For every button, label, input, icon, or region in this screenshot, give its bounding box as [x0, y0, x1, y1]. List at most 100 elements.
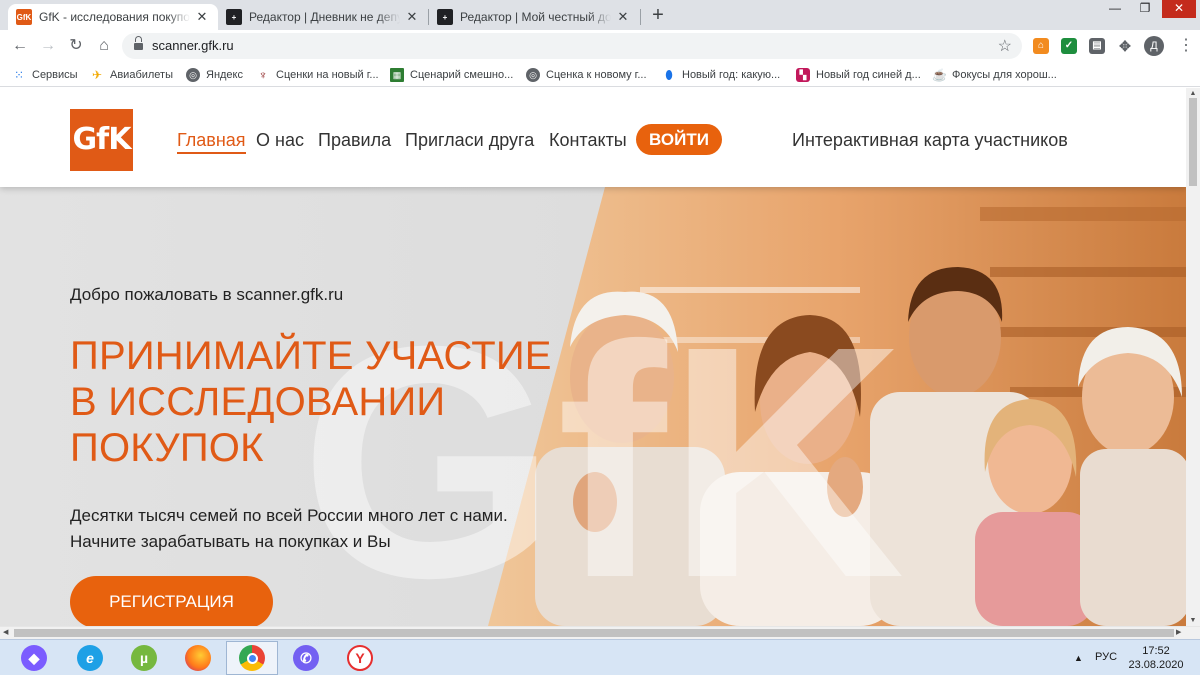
vertical-scrollbar[interactable]: ▲ ▼: [1186, 88, 1200, 626]
subtitle-line: Начните зарабатывать на покупках и Вы: [70, 532, 391, 551]
scroll-up-icon[interactable]: ▲: [1189, 90, 1197, 97]
register-button[interactable]: РЕГИСТРАЦИЯ: [70, 576, 273, 626]
bookmark-label: Новый год синей д...: [816, 68, 921, 81]
screen-capture-extension-icon[interactable]: ▤: [1089, 38, 1105, 54]
bookmark-label: Сценарий смешно...: [410, 68, 514, 81]
qr-icon: ▦: [390, 67, 404, 82]
checkered-icon: ▚: [796, 67, 810, 82]
bookmark-scene-2[interactable]: ◎ Сценка к новому г...: [526, 66, 647, 83]
close-icon[interactable]: ✕: [404, 9, 420, 25]
hero-subtitle: Десятки тысяч семей по всей России много…: [70, 503, 508, 555]
url-text[interactable]: scanner.gfk.ru: [152, 38, 234, 53]
headline-line: ПОКУПОК: [70, 426, 264, 470]
tab-title: Редактор | Дневник не депутата: [249, 10, 400, 24]
scroll-right-icon[interactable]: ▶: [1176, 627, 1181, 639]
shopping-bag-extension-icon[interactable]: ⌂: [1033, 38, 1049, 54]
bookmark-yandex[interactable]: ◎ Яндекс: [186, 66, 243, 83]
nav-home[interactable]: Главная: [177, 128, 246, 154]
welcome-text: Добро пожаловать в scanner.gfk.ru: [70, 285, 344, 304]
puzzle-extensions-icon[interactable]: ✥: [1117, 38, 1133, 54]
bookmark-star-icon[interactable]: ☆: [998, 36, 1012, 56]
shield-check-extension-icon[interactable]: ✓: [1061, 38, 1077, 54]
kebab-menu-icon[interactable]: ⋮: [1178, 36, 1194, 56]
tab-editor-diary[interactable]: + Редактор | Дневник не депутата ✕: [218, 4, 428, 30]
bookmark-new-year-2[interactable]: ▚ Новый год синей д...: [796, 66, 921, 83]
bookmark-label: Яндекс: [206, 68, 243, 81]
back-arrow-icon[interactable]: ←: [10, 36, 30, 56]
tray-expand-icon[interactable]: ▲: [1074, 653, 1083, 663]
taskbar-alice[interactable]: ◆: [8, 641, 60, 675]
wine-icon: ♆: [258, 67, 268, 82]
tab-strip: GfK GfK - исследования покупок домохозяй…: [0, 0, 1200, 30]
taskbar-utorrent[interactable]: µ: [118, 641, 170, 675]
address-bar[interactable]: scanner.gfk.ru ☆: [122, 33, 1022, 59]
system-clock[interactable]: 17:52 23.08.2020: [1124, 644, 1188, 672]
tab-gfk[interactable]: GfK GfK - исследования покупок домохозяй…: [8, 4, 218, 30]
gfk-logo[interactable]: GfK: [70, 109, 133, 171]
gfk-favicon-icon: GfK: [16, 9, 32, 25]
language-indicator[interactable]: РУС: [1095, 651, 1117, 663]
headline-line: ПРИНИМАЙТЕ УЧАСТИЕ: [70, 334, 552, 378]
taskbar-yandex-browser[interactable]: Y: [334, 641, 386, 675]
bookmarks-bar: ⁙ Сервисы ✈ Авиабилеты ◎ Яндекс ♆ Сценки…: [0, 62, 1200, 87]
bookmark-scenes-1[interactable]: ♆ Сценки на новый г...: [256, 66, 379, 83]
minimize-button[interactable]: —: [1100, 0, 1130, 18]
globe-icon: ◎: [186, 67, 200, 82]
screen: GfK GfK - исследования покупок домохозяй…: [0, 0, 1200, 675]
nav-invite[interactable]: Пригласи друга: [405, 128, 534, 152]
subtitle-line: Десятки тысяч семей по всей России много…: [70, 506, 508, 525]
bookmark-new-year-1[interactable]: ⬮ Новый год: какую...: [662, 66, 780, 83]
scroll-left-icon[interactable]: ◀: [3, 627, 8, 639]
nav-about[interactable]: О нас: [256, 128, 304, 152]
close-window-button[interactable]: ✕: [1162, 0, 1196, 18]
forward-arrow-icon[interactable]: →: [38, 36, 58, 56]
clock-date: 23.08.2020: [1128, 659, 1184, 671]
taskbar-viber[interactable]: ✆: [280, 641, 332, 675]
internet-explorer-icon: e: [77, 645, 103, 671]
login-button[interactable]: ВОЙТИ: [636, 124, 722, 155]
bookmark-label: Новый год: какую...: [682, 68, 781, 81]
page-viewport: GfK Главная О нас Правила Пригласи друга…: [0, 88, 1186, 626]
plus-box-icon: +: [437, 9, 453, 25]
bookmark-label: Сервисы: [32, 68, 78, 81]
scrollbar-thumb[interactable]: [14, 629, 1174, 637]
headline-line: В ИССЛЕДОВАНИИ: [70, 380, 446, 424]
globe-icon: ◎: [526, 67, 540, 82]
scrollbar-thumb[interactable]: [1189, 98, 1197, 186]
close-icon[interactable]: ✕: [615, 9, 631, 25]
hero-headline: ПРИНИМАЙТЕ УЧАСТИЕ В ИССЛЕДОВАНИИ ПОКУПО…: [70, 333, 590, 471]
tab-editor-income[interactable]: + Редактор | Мой честный дополнительный …: [429, 4, 639, 30]
close-icon[interactable]: ✕: [194, 9, 210, 25]
alice-icon: ◆: [21, 645, 47, 671]
plus-box-icon: +: [226, 9, 242, 25]
lock-icon: [134, 36, 143, 51]
apps-grid-icon: ⁙: [13, 67, 25, 82]
plane-icon: ✈: [91, 67, 103, 82]
new-tab-button[interactable]: +: [648, 5, 668, 26]
maximize-button[interactable]: ❐: [1130, 0, 1160, 18]
nav-contacts[interactable]: Контакты: [549, 128, 627, 152]
clock-time: 17:52: [1142, 645, 1170, 657]
site-header: GfK Главная О нас Правила Пригласи друга…: [0, 88, 1186, 187]
home-icon[interactable]: ⌂: [94, 36, 114, 56]
bookmark-tricks[interactable]: ☕ Фокусы для хорош...: [932, 66, 1057, 83]
bookmark-scenario[interactable]: ▦ Сценарий смешно...: [390, 66, 513, 83]
pin-icon: ⬮: [665, 67, 673, 82]
nav-participants-map[interactable]: Интерактивная карта участников: [792, 128, 1068, 152]
tab-title: GfK - исследования покупок домохозяйств: [39, 10, 190, 24]
horizontal-scrollbar[interactable]: ◀ ▶: [0, 626, 1200, 639]
tab-title: Редактор | Мой честный дополнительный до…: [460, 10, 611, 24]
hero-banner: GfK Добро пожаловать в scanner.gfk.ru ПР…: [0, 187, 1186, 626]
taskbar-chrome[interactable]: [226, 641, 278, 675]
taskbar-firefox[interactable]: [172, 641, 224, 675]
scroll-down-icon[interactable]: ▼: [1189, 617, 1197, 624]
bookmark-flights[interactable]: ✈ Авиабилеты: [90, 66, 173, 83]
reload-icon[interactable]: ↻: [66, 36, 86, 56]
profile-avatar[interactable]: Д: [1144, 36, 1164, 56]
bookmark-services[interactable]: ⁙ Сервисы: [12, 66, 78, 83]
nav-rules[interactable]: Правила: [318, 128, 391, 152]
bookmark-label: Сценки на новый г...: [276, 68, 379, 81]
viber-icon: ✆: [293, 645, 319, 671]
chrome-icon: [239, 645, 265, 671]
taskbar-internet-explorer[interactable]: e: [64, 641, 116, 675]
